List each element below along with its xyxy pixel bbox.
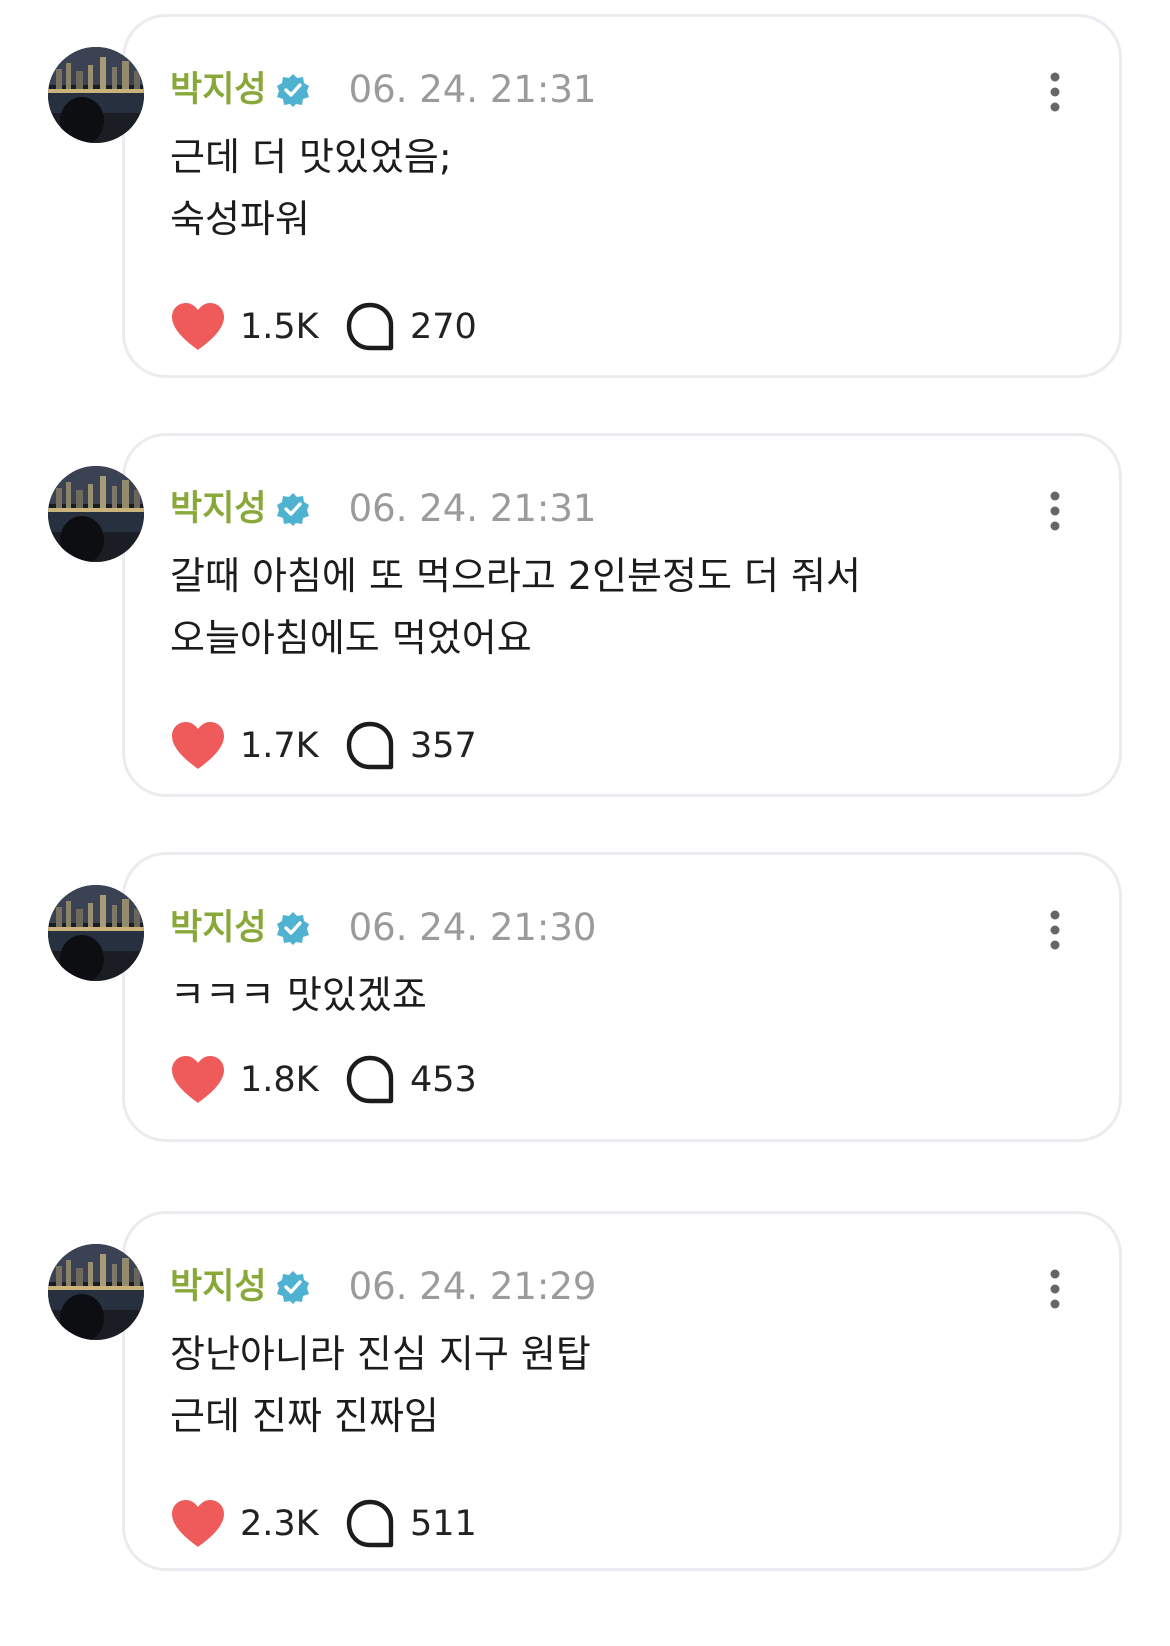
post-header: 박지성 06. 24. 21:31 (170, 483, 596, 535)
comment-icon[interactable] (344, 301, 396, 353)
post-time: 06. 24. 21:31 (348, 487, 597, 530)
verified-badge-icon (275, 910, 311, 946)
more-options-icon[interactable] (1040, 1267, 1070, 1311)
avatar[interactable] (48, 47, 144, 143)
post-actions: 2.3K 511 (170, 1496, 477, 1552)
likes-count: 1.7K (240, 726, 319, 766)
author-name[interactable]: 박지성 (170, 902, 267, 954)
post-card[interactable]: 박지성 06. 24. 21:31 갈때 아침에 또 먹으라고 2인분정도 더 … (0, 433, 1170, 803)
more-options-icon[interactable] (1040, 70, 1070, 114)
heart-icon[interactable] (170, 302, 226, 352)
post-text-line: 장난아니라 진심 지구 원탑 (170, 1332, 591, 1376)
post-header: 박지성 06. 24. 21:29 (170, 1261, 596, 1313)
avatar[interactable] (48, 885, 144, 981)
verified-badge-icon (275, 491, 311, 527)
likes-count: 1.5K (240, 307, 319, 347)
comments-count: 357 (410, 726, 477, 766)
post-header: 박지성 06. 24. 21:30 (170, 902, 596, 954)
post-card[interactable]: 박지성 06. 24. 21:29 장난아니라 진심 지구 원탑 근데 진짜 진… (0, 1211, 1170, 1581)
post-actions: 1.5K 270 (170, 299, 477, 355)
avatar[interactable] (48, 1244, 144, 1340)
more-options-icon[interactable] (1040, 908, 1070, 952)
more-options-icon[interactable] (1040, 489, 1070, 533)
post-actions: 1.8K 453 (170, 1052, 477, 1108)
post-text-line: 숙성파워 (170, 197, 310, 241)
post-text-line: 근데 진짜 진짜임 (170, 1394, 439, 1438)
comments-count: 511 (410, 1504, 477, 1544)
post-time: 06. 24. 21:30 (348, 906, 597, 949)
heart-icon[interactable] (170, 721, 226, 771)
author-name[interactable]: 박지성 (170, 483, 267, 535)
author-name[interactable]: 박지성 (170, 64, 267, 116)
post-actions: 1.7K 357 (170, 718, 477, 774)
verified-badge-icon (275, 72, 311, 108)
verified-badge-icon (275, 1269, 311, 1305)
post-card[interactable]: 박지성 06. 24. 21:31 근데 더 맛있었음; 숙성파워 1.5K 2… (0, 14, 1170, 384)
post-text-line: 오늘아침에도 먹었어요 (170, 616, 532, 660)
post-time: 06. 24. 21:29 (348, 1265, 597, 1308)
comments-count: 270 (410, 307, 477, 347)
post-text: 장난아니라 진심 지구 원탑 근데 진짜 진짜임 (170, 1323, 1070, 1447)
post-time: 06. 24. 21:31 (348, 68, 597, 111)
likes-count: 2.3K (240, 1504, 319, 1544)
post-text: ㅋㅋㅋ 맛있겠죠 (170, 964, 1070, 1026)
post-header: 박지성 06. 24. 21:31 (170, 64, 596, 116)
author-name[interactable]: 박지성 (170, 1261, 267, 1313)
comment-icon[interactable] (344, 1054, 396, 1106)
likes-count: 1.8K (240, 1060, 319, 1100)
post-text: 근데 더 맛있었음; 숙성파워 (170, 126, 1070, 250)
comment-icon[interactable] (344, 1498, 396, 1550)
post-text-line: ㅋㅋㅋ 맛있겠죠 (170, 973, 427, 1017)
comment-icon[interactable] (344, 720, 396, 772)
comments-count: 453 (410, 1060, 477, 1100)
heart-icon[interactable] (170, 1499, 226, 1549)
heart-icon[interactable] (170, 1055, 226, 1105)
post-text: 갈때 아침에 또 먹으라고 2인분정도 더 줘서 오늘아침에도 먹었어요 (170, 545, 1070, 669)
post-card[interactable]: 박지성 06. 24. 21:30 ㅋㅋㅋ 맛있겠죠 1.8K 453 (0, 852, 1170, 1222)
post-text-line: 갈때 아침에 또 먹으라고 2인분정도 더 줘서 (170, 554, 861, 598)
post-text-line: 근데 더 맛있었음; (170, 135, 452, 179)
avatar[interactable] (48, 466, 144, 562)
